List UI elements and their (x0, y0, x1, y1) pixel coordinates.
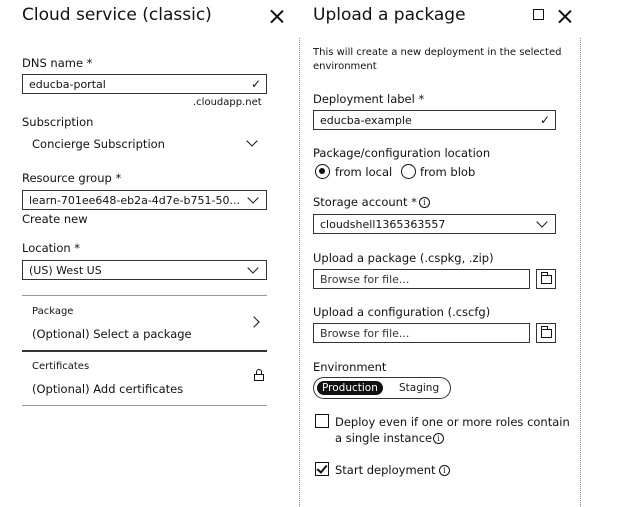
location-value: (US) West US (29, 264, 102, 277)
start-deployment-checkbox[interactable] (315, 462, 329, 476)
storage-account-select[interactable]: cloudshell1365363557 (313, 214, 556, 234)
subscription-value: Concierge Subscription (32, 137, 165, 151)
deployment-label-input[interactable]: educba-example ✓ (313, 110, 556, 130)
storage-account-value: cloudshell1365363557 (320, 218, 446, 231)
package-row[interactable]: Package (Optional) Select a package (22, 300, 267, 348)
chevron-down-icon (246, 135, 258, 147)
resource-group-label: Resource group * (22, 171, 122, 185)
info-icon[interactable]: i (433, 433, 444, 444)
location-label: Location * (22, 241, 81, 255)
certificates-row[interactable]: Certificates (Optional) Add certificates (22, 355, 267, 403)
check-icon: ✓ (539, 113, 550, 127)
deploy-even-checkbox[interactable] (315, 414, 329, 428)
divider (22, 295, 267, 296)
dns-name-value: educba-portal (29, 78, 106, 91)
environment-toggle[interactable]: Production Staging (313, 377, 451, 399)
radio-from-blob[interactable] (401, 164, 416, 179)
description: This will create a new deployment in the… (313, 47, 562, 72)
subscription-label: Subscription (22, 115, 94, 129)
folder-icon (541, 326, 552, 338)
dns-name-label: DNS name * (22, 56, 93, 70)
upload-package-input[interactable]: Browse for file... (313, 269, 530, 289)
blade-right-edge (580, 38, 581, 507)
environment-staging[interactable]: Staging (394, 381, 444, 395)
divider (22, 405, 267, 406)
radio-from-local[interactable] (315, 164, 330, 179)
browse-config-button[interactable] (536, 323, 556, 343)
lock-icon (254, 369, 264, 381)
right-blade-title: Upload a package (313, 5, 466, 25)
chevron-down-icon (247, 262, 259, 274)
check-icon: ✓ (250, 77, 261, 91)
storage-account-label: Storage account * (313, 195, 417, 209)
folder-icon (541, 272, 552, 284)
resource-group-select[interactable]: learn-701ee648-eb2a-4d7e-b751-50... (22, 190, 267, 210)
upload-package-label: Upload a package (.cspkg, .zip) (313, 251, 494, 265)
left-blade-title: Cloud service (classic) (22, 5, 212, 25)
chevron-right-icon (248, 316, 260, 328)
environment-label: Environment (313, 360, 387, 374)
certificates-value: (Optional) Add certificates (32, 382, 184, 396)
dns-name-input[interactable]: educba-portal ✓ (22, 74, 267, 94)
deployment-label-label: Deployment label * (313, 92, 425, 106)
upload-config-label: Upload a configuration (.cscfg) (313, 305, 491, 319)
create-new-link[interactable]: Create new (22, 212, 88, 226)
info-icon[interactable]: i (419, 197, 430, 208)
divider (22, 350, 267, 352)
deployment-label-value: educba-example (320, 114, 412, 127)
close-icon[interactable] (558, 9, 572, 23)
package-location-label: Package/configuration location (313, 146, 491, 160)
subscription-select[interactable]: Concierge Subscription (22, 134, 267, 154)
certificates-title: Certificates (32, 361, 90, 372)
dns-suffix: .cloudapp.net (193, 97, 262, 108)
radio-from-local-label: from local (335, 165, 393, 179)
maximize-icon[interactable] (533, 9, 544, 20)
close-icon[interactable] (270, 9, 284, 23)
package-title: Package (32, 306, 74, 317)
start-deployment-label: Start deployment (335, 463, 436, 477)
deploy-even-label-line1: Deploy even if one or more roles contain (335, 415, 570, 429)
radio-from-blob-label: from blob (420, 165, 476, 179)
deploy-even-label-line2: a single instance (335, 431, 433, 445)
browse-package-button[interactable] (536, 269, 556, 289)
upload-package-placeholder: Browse for file... (320, 273, 410, 286)
blade-separator (299, 38, 300, 507)
chevron-down-icon (536, 216, 548, 228)
package-value: (Optional) Select a package (32, 327, 192, 341)
environment-production[interactable]: Production (317, 381, 383, 395)
upload-config-input[interactable]: Browse for file... (313, 323, 530, 343)
resource-group-value: learn-701ee648-eb2a-4d7e-b751-50... (29, 194, 240, 207)
location-select[interactable]: (US) West US (22, 260, 267, 280)
info-icon[interactable]: i (439, 465, 450, 476)
chevron-down-icon (247, 192, 259, 204)
upload-config-placeholder: Browse for file... (320, 327, 410, 340)
